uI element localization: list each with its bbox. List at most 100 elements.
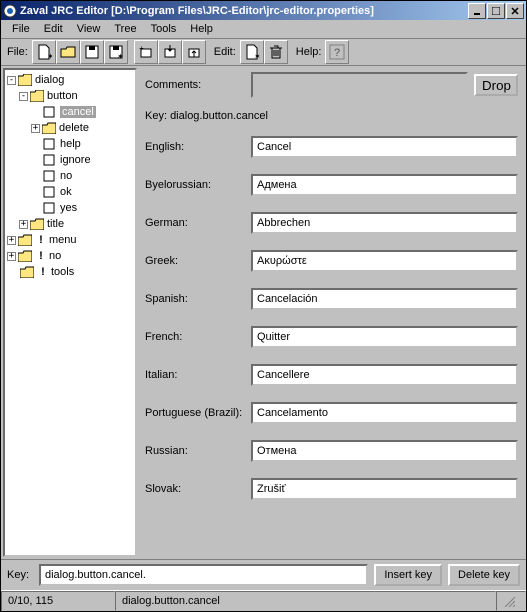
- expand-icon[interactable]: +: [31, 124, 40, 133]
- toolbar: File: ✶ ✶ + Edit: ✶ Help: ?: [1, 39, 526, 66]
- expand-icon[interactable]: +: [7, 252, 16, 261]
- label-greek: Greek:: [145, 255, 251, 267]
- import-button[interactable]: [158, 40, 182, 64]
- tree-node-ignore[interactable]: ignore: [7, 152, 133, 168]
- insert-key-button[interactable]: Insert key: [374, 564, 442, 586]
- input-english[interactable]: [251, 136, 518, 158]
- resize-grip[interactable]: [496, 591, 526, 611]
- delete-key-button[interactable]: Delete key: [448, 564, 520, 586]
- tree-node-yes[interactable]: yes: [7, 200, 133, 216]
- status-counts: 0/10, 115: [1, 591, 115, 611]
- expand-icon[interactable]: +: [7, 236, 16, 245]
- comments-row: Comments: Drop: [145, 72, 518, 98]
- row-slovak: Slovak:: [145, 478, 518, 500]
- folder-icon: [30, 218, 44, 230]
- new-node-button[interactable]: +: [134, 40, 158, 64]
- window-title: Zaval JRC Editor [D:\Program Files\JRC-E…: [20, 5, 468, 17]
- key-input[interactable]: [39, 564, 368, 586]
- input-greek[interactable]: [251, 250, 518, 272]
- new-file-button[interactable]: ✶: [32, 40, 56, 64]
- main-window: Zaval JRC Editor [D:\Program Files\JRC-E…: [0, 0, 527, 612]
- input-russian[interactable]: [251, 440, 518, 462]
- tree-node-tools[interactable]: !tools: [7, 264, 133, 280]
- drop-button[interactable]: Drop: [474, 74, 518, 96]
- file-icon: [43, 106, 57, 118]
- tree-node-help[interactable]: help: [7, 136, 133, 152]
- tree-node-button[interactable]: -button: [7, 88, 133, 104]
- tree-node-menu[interactable]: +!menu: [7, 232, 133, 248]
- folder-icon: [18, 234, 32, 246]
- open-file-button[interactable]: [56, 40, 80, 64]
- tree-panel[interactable]: -dialog -button cancel +delete help igno…: [3, 68, 137, 557]
- svg-text:+: +: [139, 44, 144, 53]
- svg-text:✶: ✶: [47, 52, 52, 60]
- label-russian: Russian:: [145, 445, 251, 457]
- menu-help[interactable]: Help: [183, 22, 220, 36]
- folder-icon: [18, 250, 32, 262]
- folder-open-icon: [18, 74, 32, 86]
- menu-tools[interactable]: Tools: [144, 22, 184, 36]
- key-display: Key: dialog.button.cancel: [145, 110, 518, 122]
- comments-field[interactable]: [251, 72, 468, 98]
- key-label: Key:: [7, 569, 33, 581]
- tree-node-ok[interactable]: ok: [7, 184, 133, 200]
- label-french: French:: [145, 331, 251, 343]
- maximize-button[interactable]: [487, 3, 505, 19]
- input-spanish[interactable]: [251, 288, 518, 310]
- svg-text:?: ?: [334, 47, 340, 59]
- tree-node-delete[interactable]: +delete: [7, 120, 133, 136]
- row-italian: Italian:: [145, 364, 518, 386]
- input-german[interactable]: [251, 212, 518, 234]
- tree-node-dialog[interactable]: -dialog: [7, 72, 133, 88]
- save-as-button[interactable]: ✶: [104, 40, 128, 64]
- input-portuguese[interactable]: [251, 402, 518, 424]
- warning-icon: !: [35, 250, 47, 262]
- menubar: File Edit View Tree Tools Help: [1, 20, 526, 39]
- collapse-icon[interactable]: -: [19, 92, 28, 101]
- status-path: dialog.button.cancel: [115, 591, 496, 611]
- label-italian: Italian:: [145, 369, 251, 381]
- minimize-button[interactable]: [468, 3, 486, 19]
- file-icon: [43, 202, 57, 214]
- file-icon: [43, 154, 57, 166]
- svg-text:✶: ✶: [117, 52, 124, 60]
- input-slovak[interactable]: [251, 478, 518, 500]
- input-byelorussian[interactable]: [251, 174, 518, 196]
- row-russian: Russian:: [145, 440, 518, 462]
- comments-label: Comments:: [145, 79, 245, 91]
- menu-view[interactable]: View: [70, 22, 108, 36]
- label-english: English:: [145, 141, 251, 153]
- row-portuguese: Portuguese (Brazil):: [145, 402, 518, 424]
- file-icon: [43, 138, 57, 150]
- window-controls: [468, 3, 524, 19]
- status-bar: 0/10, 115 dialog.button.cancel: [1, 590, 526, 611]
- row-byelorussian: Byelorussian:: [145, 174, 518, 196]
- titlebar: Zaval JRC Editor [D:\Program Files\JRC-E…: [1, 1, 526, 20]
- menu-file[interactable]: File: [5, 22, 37, 36]
- save-button[interactable]: [80, 40, 104, 64]
- expand-icon[interactable]: +: [19, 220, 28, 229]
- tree-node-no2[interactable]: +!no: [7, 248, 133, 264]
- input-french[interactable]: [251, 326, 518, 348]
- svg-text:✶: ✶: [254, 52, 260, 60]
- menu-tree[interactable]: Tree: [107, 22, 143, 36]
- warning-icon: !: [37, 266, 49, 278]
- tree-node-cancel[interactable]: cancel: [7, 104, 133, 120]
- label-byelorussian: Byelorussian:: [145, 179, 251, 191]
- input-italian[interactable]: [251, 364, 518, 386]
- tree-node-title[interactable]: +title: [7, 216, 133, 232]
- main-area: -dialog -button cancel +delete help igno…: [1, 66, 526, 559]
- app-icon: [3, 4, 17, 18]
- warning-icon: !: [35, 234, 47, 246]
- collapse-icon[interactable]: -: [7, 76, 16, 85]
- close-button[interactable]: [506, 3, 524, 19]
- export-button[interactable]: [182, 40, 206, 64]
- help-button[interactable]: ?: [325, 40, 349, 64]
- delete-key-button[interactable]: [264, 40, 288, 64]
- new-key-button[interactable]: ✶: [240, 40, 264, 64]
- tree-node-no[interactable]: no: [7, 168, 133, 184]
- label-slovak: Slovak:: [145, 483, 251, 495]
- toolbar-edit-label: Edit:: [214, 46, 236, 58]
- menu-edit[interactable]: Edit: [37, 22, 70, 36]
- bottom-bar: Key: Insert key Delete key: [1, 559, 526, 590]
